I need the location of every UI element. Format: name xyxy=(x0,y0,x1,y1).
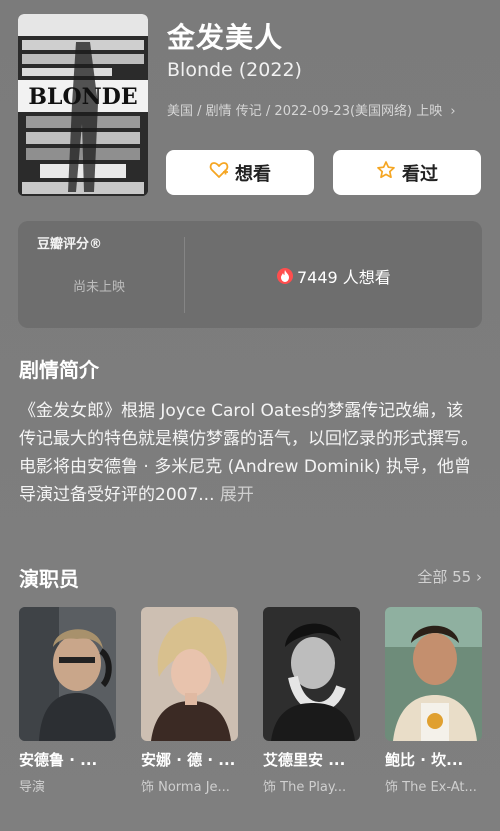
cast-photo xyxy=(141,607,238,741)
douban-rating-label: 豆瓣评分® xyxy=(37,237,103,252)
want-to-watch-label: 想看 xyxy=(235,163,271,185)
watched-label: 看过 xyxy=(402,163,438,185)
want-to-watch-button[interactable]: 想看 xyxy=(166,150,314,195)
cast-member[interactable]: 安德鲁 · ... 导演 xyxy=(19,607,116,795)
chevron-right-icon: › xyxy=(450,104,456,119)
cast-all-label: 全部 55 xyxy=(417,568,472,586)
cast-member[interactable]: 艾德里安 ... 饰 The Play... xyxy=(263,607,360,795)
cast-member[interactable]: 安娜 · 德 · ... 饰 Norma Je... xyxy=(141,607,238,795)
movie-detail-page: BLONDE 金发美人 Blonde (2022) 美国 / 剧情 传记 / 2… xyxy=(0,0,500,831)
fire-icon xyxy=(277,268,293,284)
watched-button[interactable]: 看过 xyxy=(333,150,481,195)
movie-poster[interactable]: BLONDE xyxy=(18,14,148,196)
poster-title-text: BLONDE xyxy=(28,84,137,110)
cast-role: 导演 xyxy=(19,780,46,795)
cast-photo xyxy=(385,607,482,741)
want-count: 7449 人想看 xyxy=(277,264,391,288)
movie-meta-text: 美国 / 剧情 传记 / 2022-09-23(美国网络) 上映 xyxy=(167,104,443,119)
cast-role: 饰 Norma Je... xyxy=(141,780,230,795)
movie-title: 金发美人 xyxy=(167,21,284,54)
cast-name: 艾德里安 ... xyxy=(263,751,346,769)
cast-name: 安娜 · 德 · ... xyxy=(141,751,236,769)
cast-photo xyxy=(263,607,360,741)
cast-title: 演职员 xyxy=(19,567,79,591)
cast-role: 饰 The Ex-At... xyxy=(385,780,477,795)
cast-photo xyxy=(19,607,116,741)
movie-meta[interactable]: 美国 / 剧情 传记 / 2022-09-23(美国网络) 上映 › xyxy=(167,100,456,119)
heart-plus-icon xyxy=(209,161,235,184)
cast-all-link[interactable]: 全部 55 › xyxy=(417,566,482,587)
rating-status: 尚未上映 xyxy=(73,280,126,295)
cast-name: 安德鲁 · ... xyxy=(19,751,98,769)
star-icon xyxy=(376,160,402,185)
cast-list[interactable]: 安德鲁 · ... 导演 安娜 · 德 · ... 饰 Norma Je... xyxy=(19,607,500,817)
cast-member[interactable]: 鲍比 · 坎... 饰 The Ex-At... xyxy=(385,607,482,795)
chevron-right-icon: › xyxy=(476,568,482,586)
rating-divider xyxy=(184,237,185,313)
cast-name: 鲍比 · 坎... xyxy=(385,751,464,769)
cast-role: 饰 The Play... xyxy=(263,780,347,795)
synopsis-title: 剧情简介 xyxy=(19,358,99,382)
want-count-text: 7449 人想看 xyxy=(297,268,391,287)
expand-synopsis-link[interactable]: 展开 xyxy=(220,485,254,505)
synopsis-body: 《金发女郎》根据 Joyce Carol Oates的梦露传记改编，该传记最大的… xyxy=(19,397,479,509)
movie-original-title: Blonde (2022) xyxy=(167,59,302,81)
rating-card: 豆瓣评分® 尚未上映 7449 人想看 xyxy=(18,221,482,328)
